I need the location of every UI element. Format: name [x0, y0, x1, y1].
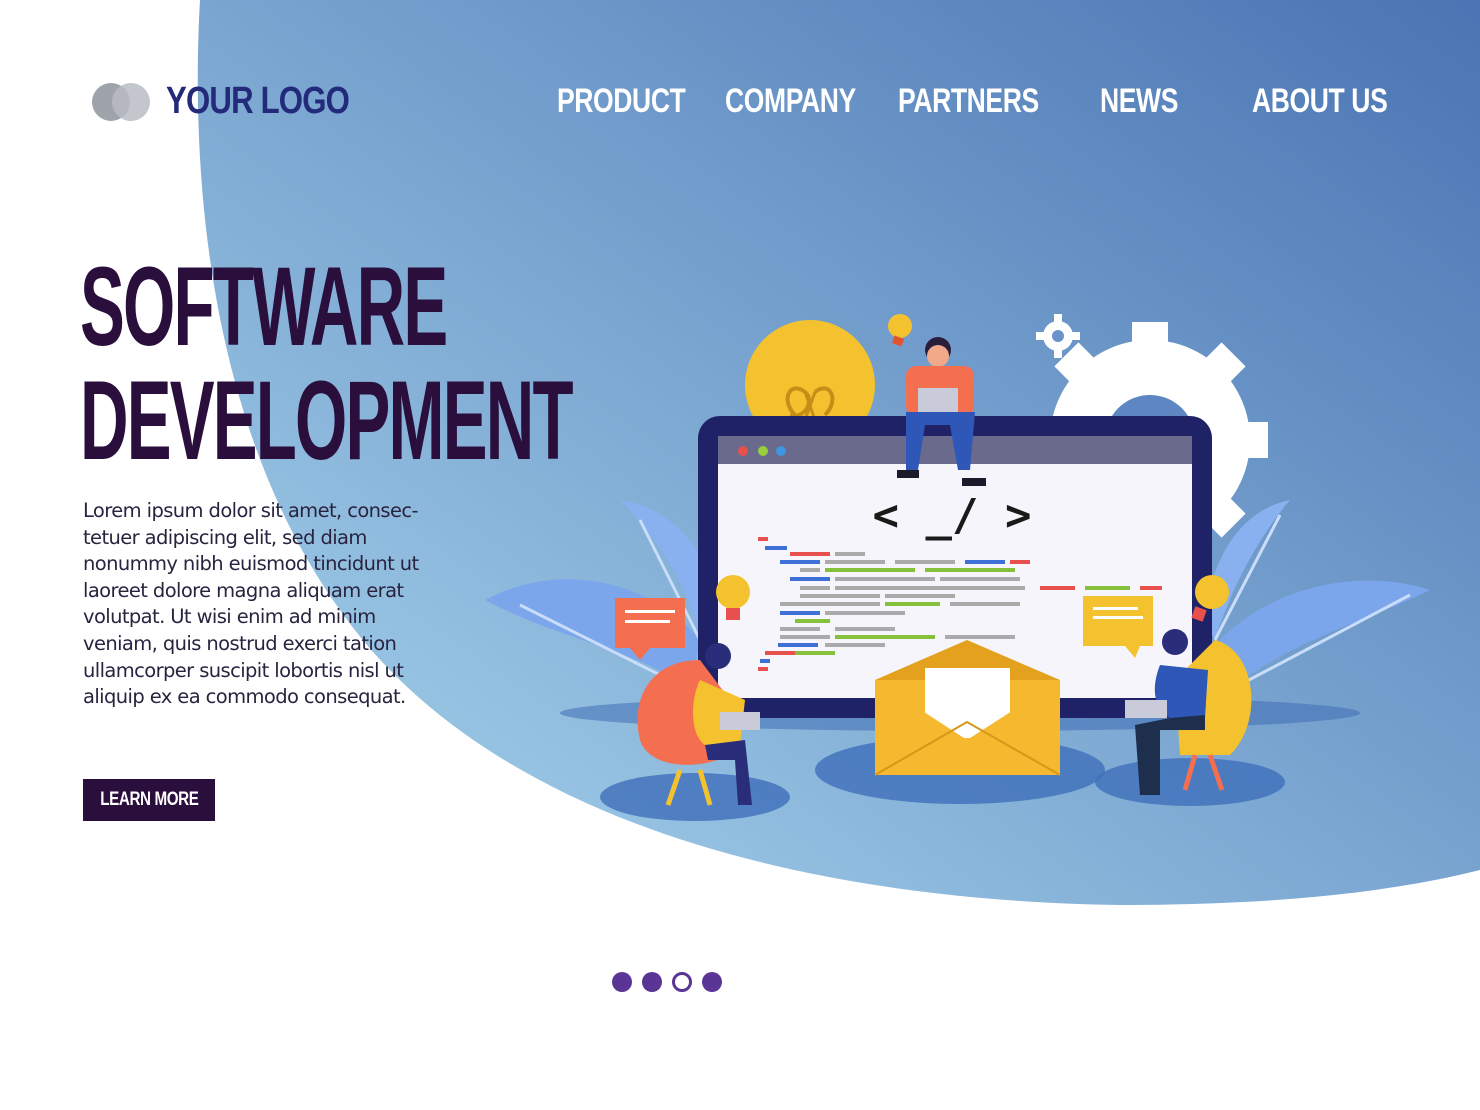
hero-description-line: ullamcorper suscipit lobortis nisl ut [83, 658, 404, 682]
nav-partners[interactable]: PARTNERS [898, 82, 1039, 121]
nav-product[interactable]: PRODUCT [557, 82, 686, 121]
pagination-dot[interactable] [612, 972, 632, 992]
small-lightbulb-icon [888, 314, 912, 347]
hero-description-line: aliquip ex ea commodo consequat. [83, 685, 406, 709]
learn-more-button[interactable]: LEARN MORE [83, 779, 215, 821]
software-development-illustration: < _/ > [485, 314, 1430, 821]
main-nav: PRODUCT COMPANY PARTNERS NEWS ABOUT US [0, 82, 1480, 128]
carousel-pagination [612, 972, 722, 992]
hero-description-line: veniam, quis nostrud exerci tation [83, 631, 397, 655]
nav-news[interactable]: NEWS [1100, 82, 1178, 121]
hero-description-line: nonummy nibh euismod tincidunt ut [83, 552, 419, 576]
hero-description-line: volutpat. Ut wisi enim ad minim [83, 605, 376, 629]
nav-company[interactable]: COMPANY [725, 82, 856, 121]
learn-more-label: LEARN MORE [99, 789, 199, 810]
pagination-dot[interactable] [642, 972, 662, 992]
hero-description-line: Lorem ipsum dolor sit amet, consec- [83, 499, 419, 522]
pagination-dot[interactable] [702, 972, 722, 992]
hero-description-line: laoreet dolore magna aliquam erat [83, 578, 404, 602]
chair-shadow-left [600, 773, 790, 821]
hero-description: Lorem ipsum dolor sit amet, consec- tetu… [83, 498, 433, 711]
pagination-dot-active[interactable] [672, 972, 692, 992]
hero-description-line: tetuer adipiscing elit, sed diam [83, 525, 367, 549]
code-symbol: < _/ > [873, 490, 1032, 541]
nav-about-us[interactable]: ABOUT US [1252, 82, 1388, 121]
